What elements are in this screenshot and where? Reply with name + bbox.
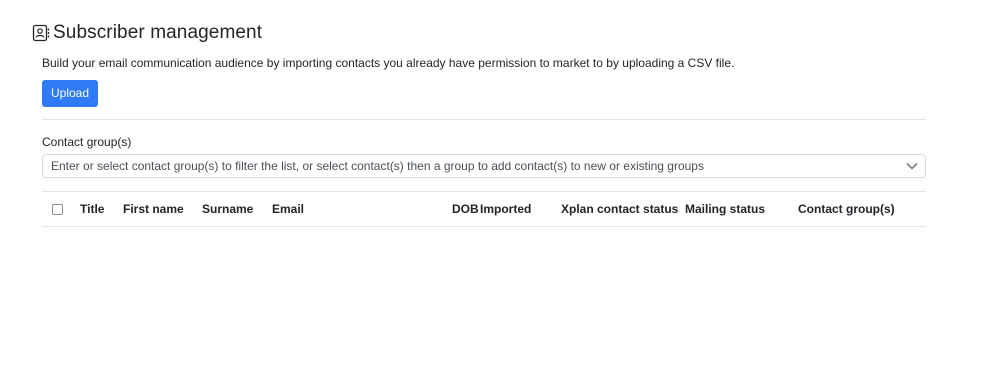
select-all-checkbox[interactable] [52, 204, 63, 215]
contact-group-placeholder: Enter or select contact group(s) to filt… [51, 159, 704, 173]
section-divider [42, 119, 926, 120]
column-header-dob[interactable]: DOB [452, 192, 479, 226]
contact-card-icon [32, 24, 50, 42]
page-description: Build your email communication audience … [42, 56, 735, 70]
column-header-surname[interactable]: Surname [202, 192, 253, 226]
page-title: Subscriber management [53, 22, 263, 43]
column-header-title[interactable]: Title [80, 192, 104, 226]
page-header: Subscriber management [32, 20, 926, 46]
column-header-first-name[interactable]: First name [123, 192, 184, 226]
upload-button[interactable]: Upload [42, 80, 99, 107]
contact-group-select[interactable]: Enter or select contact group(s) to filt… [42, 154, 926, 178]
subscriber-management-page: Subscriber management Build your email c… [0, 0, 1000, 378]
column-header-imported[interactable]: Imported [480, 192, 531, 226]
column-header-contact-groups[interactable]: Contact group(s) [798, 192, 895, 226]
column-header-email[interactable]: Email [272, 192, 304, 226]
subscriber-table-header: Title First name Surname Email DOB Impor… [42, 192, 926, 227]
column-header-mailing-status[interactable]: Mailing status [685, 192, 765, 226]
contact-group-label: Contact group(s) [42, 135, 132, 149]
chevron-down-icon[interactable] [905, 159, 919, 173]
column-header-xplan-contact-status[interactable]: Xplan contact status [561, 192, 678, 226]
